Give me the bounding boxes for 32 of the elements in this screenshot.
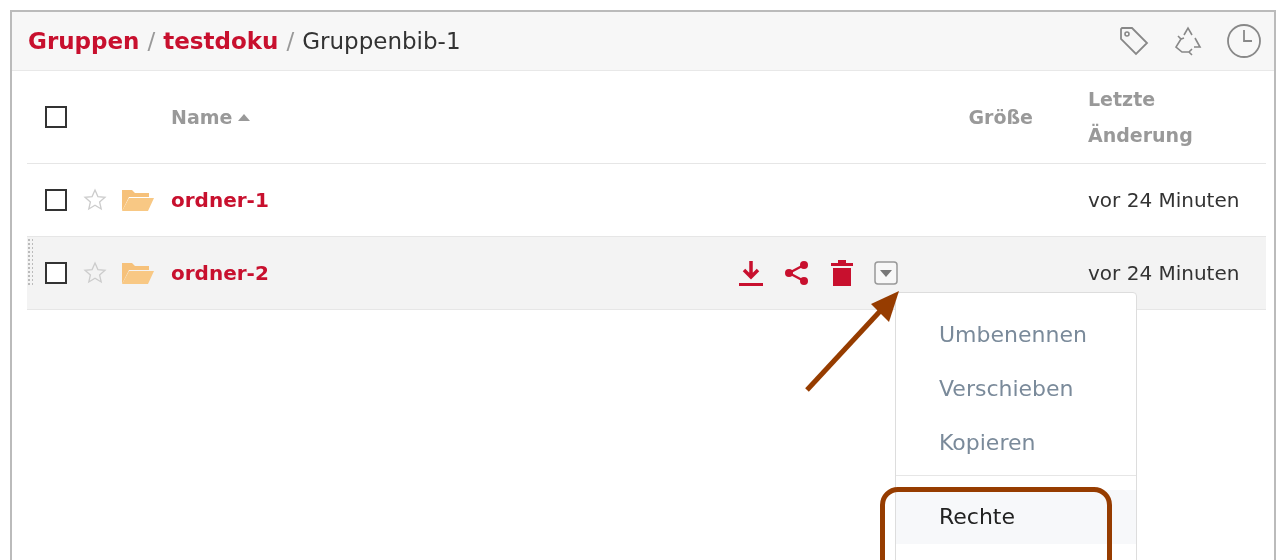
- breadcrumb-separator: /: [147, 28, 156, 54]
- select-all-checkbox[interactable]: [45, 106, 67, 128]
- breadcrumb-current: Gruppenbib-1: [302, 28, 461, 54]
- folder-name-link[interactable]: ordner-1: [171, 188, 269, 212]
- recycle-icon[interactable]: [1172, 25, 1204, 57]
- modified-time: vor 24 Minuten: [1088, 261, 1240, 285]
- menu-item[interactable]: Rechte: [896, 490, 1136, 544]
- file-row[interactable]: ordner-2 vor 24 Minuten: [27, 237, 1266, 310]
- folder-name-link[interactable]: ordner-2: [171, 261, 269, 285]
- menu-item[interactable]: Verschieben: [896, 367, 1136, 421]
- row-checkbox[interactable]: [45, 189, 67, 211]
- size-column-header[interactable]: Größe: [968, 106, 1033, 128]
- modified-column-header[interactable]: Letzte Änderung: [1088, 81, 1208, 153]
- drag-handle-icon[interactable]: [27, 238, 33, 286]
- tag-icon[interactable]: [1118, 25, 1150, 57]
- menu-item[interactable]: Kopieren: [896, 421, 1136, 475]
- dropdown-toggle-icon[interactable]: [874, 261, 898, 285]
- download-icon[interactable]: [738, 259, 764, 287]
- menu-item[interactable]: Umbenennen: [896, 313, 1136, 367]
- share-icon[interactable]: [784, 260, 810, 286]
- breadcrumb-link[interactable]: testdoku: [163, 28, 279, 54]
- modified-time: vor 24 Minuten: [1088, 188, 1240, 212]
- star-icon[interactable]: [83, 188, 107, 212]
- name-column-header[interactable]: Name: [171, 106, 233, 128]
- row-checkbox[interactable]: [45, 262, 67, 284]
- breadcrumb-link[interactable]: Gruppen: [28, 28, 140, 54]
- breadcrumb-separator: /: [286, 28, 295, 54]
- folder-icon: [121, 188, 155, 212]
- trash-icon[interactable]: [830, 259, 854, 287]
- folder-icon: [121, 261, 155, 285]
- clock-icon[interactable]: [1226, 23, 1262, 59]
- star-icon[interactable]: [83, 261, 107, 285]
